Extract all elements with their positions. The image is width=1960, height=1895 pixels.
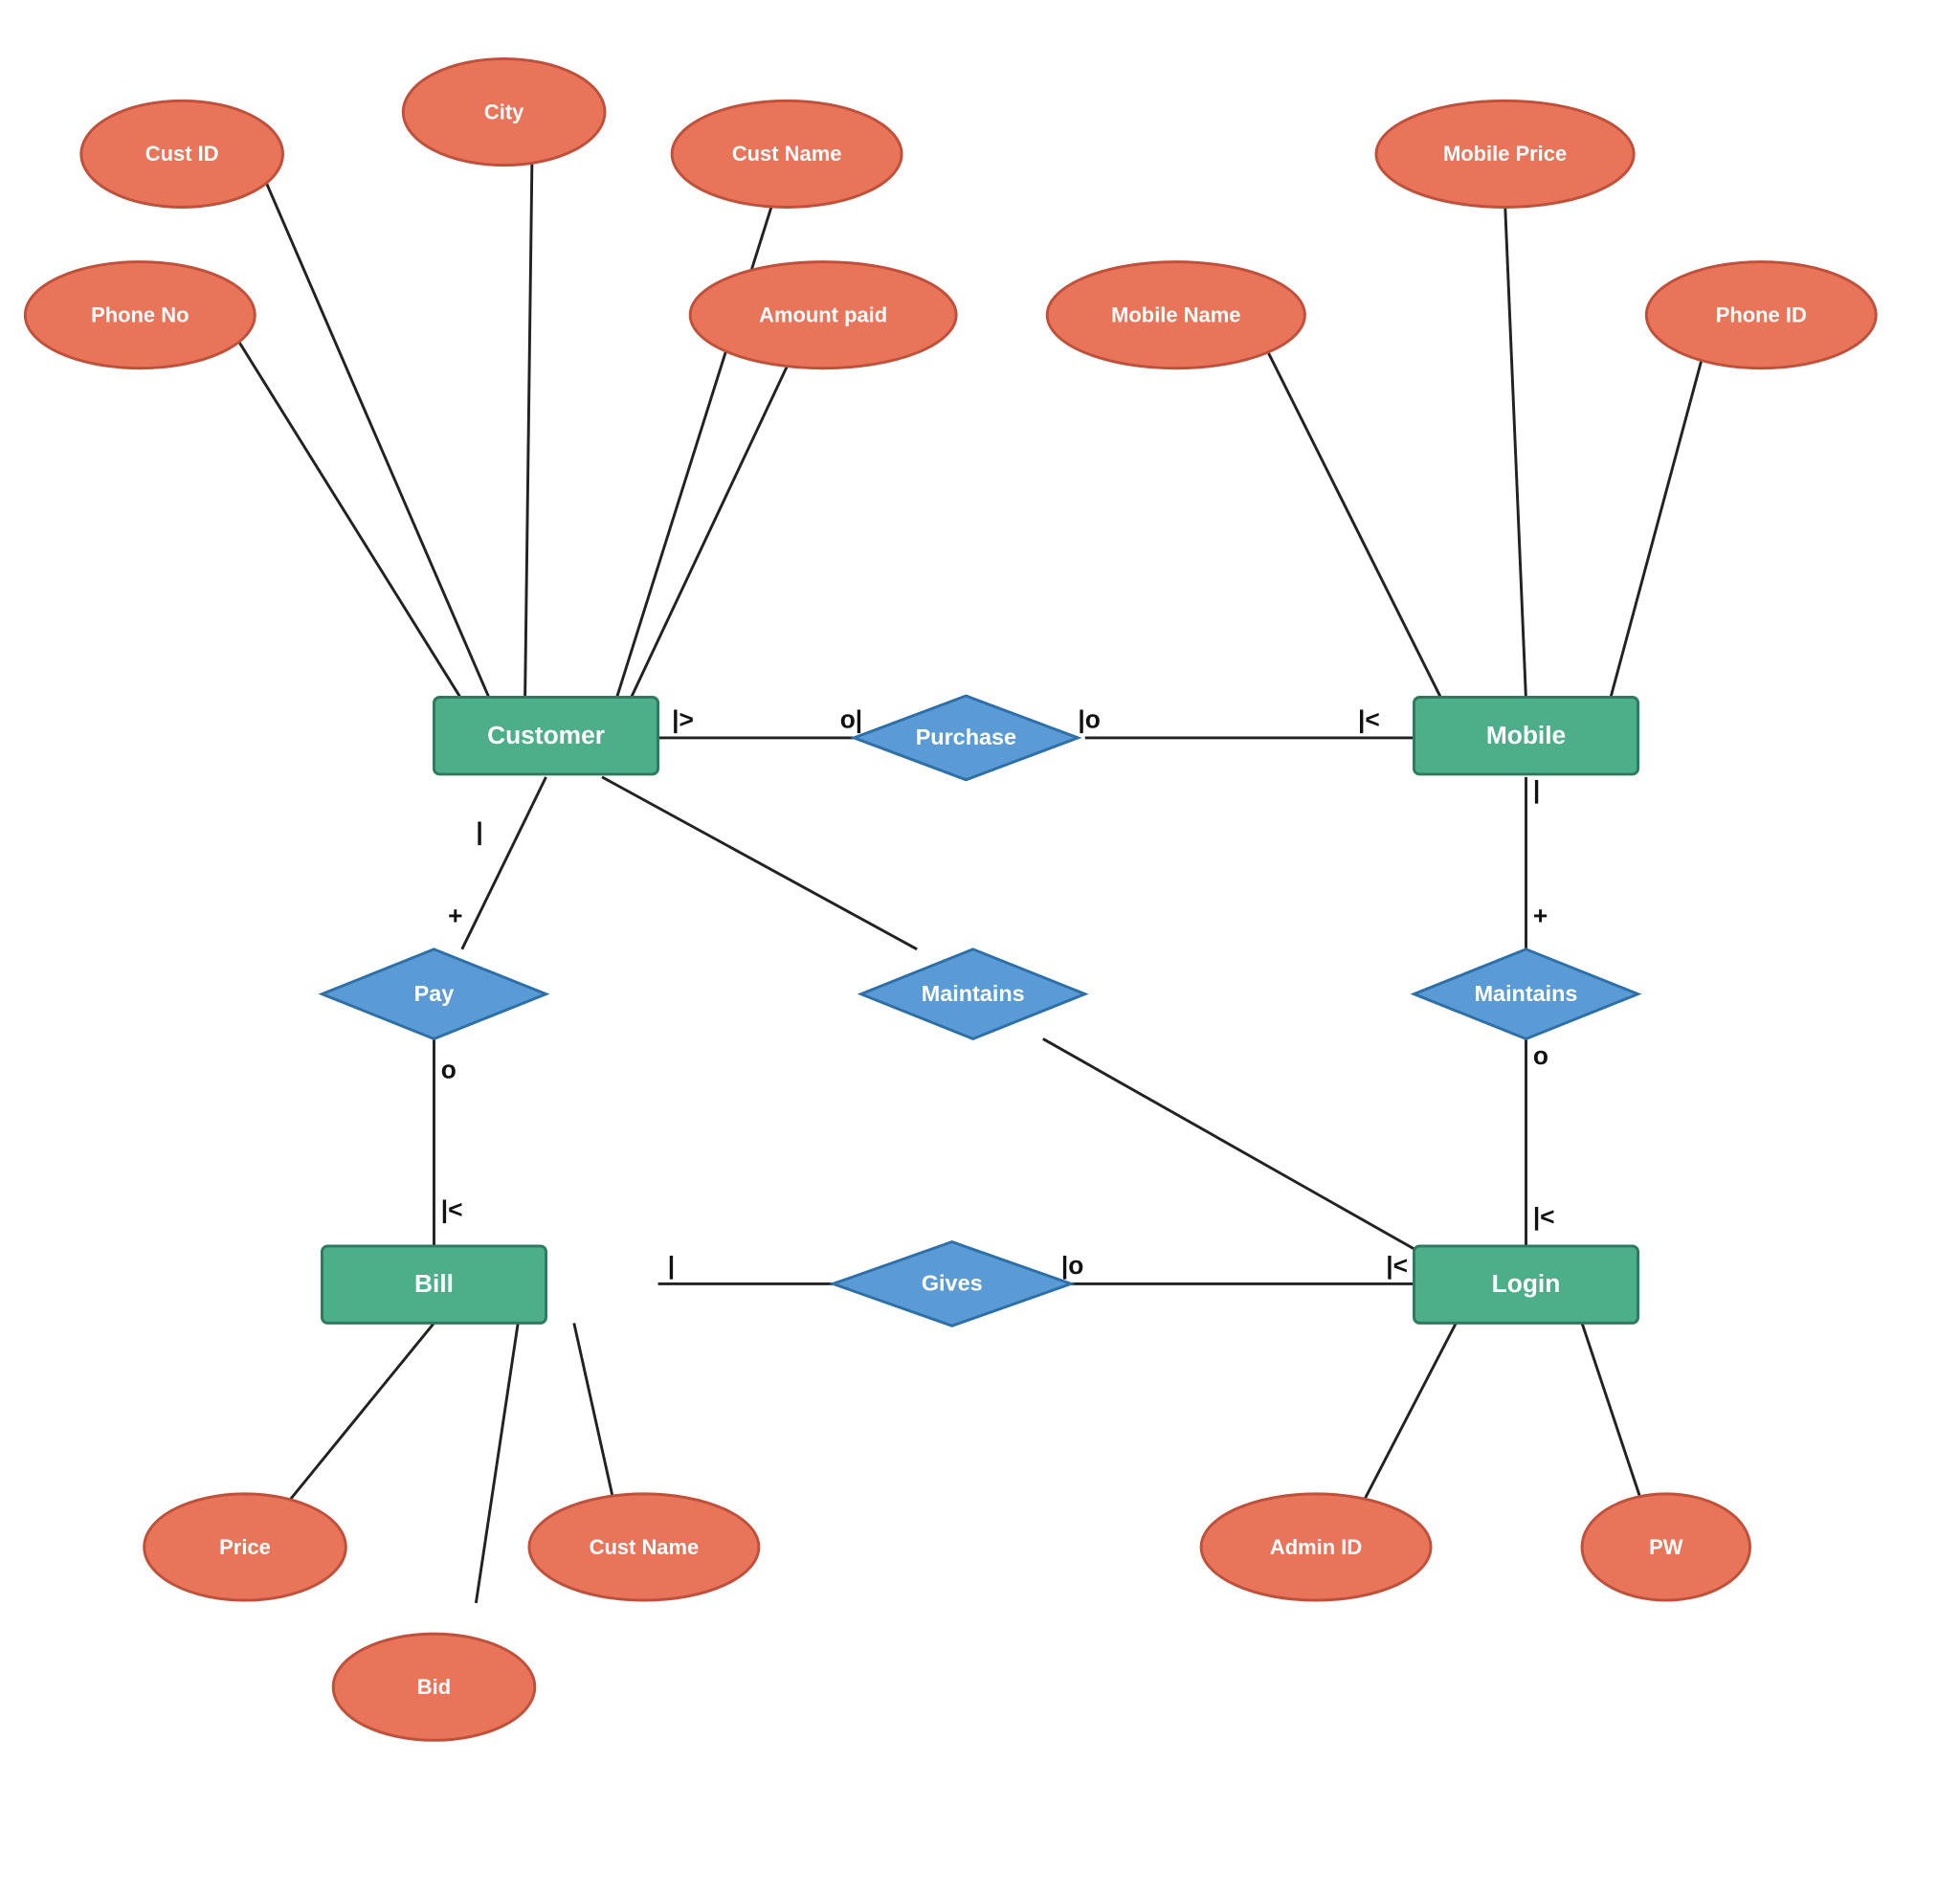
entity-mobile-label: Mobile bbox=[1486, 721, 1566, 749]
card-pay-top: + bbox=[448, 901, 462, 929]
rel-gives-label: Gives bbox=[922, 1271, 983, 1296]
attr-amount-paid-label: Amount paid bbox=[759, 302, 887, 326]
card-maintains-right-bot: o bbox=[1533, 1041, 1548, 1070]
card-customer-pay: | bbox=[476, 817, 482, 846]
line-custname-customer bbox=[616, 189, 777, 700]
rel-purchase-label: Purchase bbox=[916, 725, 1016, 749]
entity-bill-label: Bill bbox=[414, 1269, 454, 1298]
line-phoneno-customer bbox=[231, 329, 461, 701]
card-purchase-left: o| bbox=[840, 705, 862, 734]
attr-cust-name-bot-label: Cust Name bbox=[590, 1535, 700, 1559]
er-diagram: |> o| |o |< | + o |< | |o |< | + o |< Cu… bbox=[0, 0, 1960, 1890]
line-bill-custname bbox=[574, 1323, 616, 1511]
line-phoneid-mobile bbox=[1610, 336, 1707, 700]
line-login-adminid bbox=[1358, 1323, 1456, 1511]
attr-pw-label: PW bbox=[1649, 1535, 1683, 1559]
card-gives-login-left: |o bbox=[1061, 1251, 1083, 1280]
line-bill-price bbox=[280, 1323, 434, 1511]
line-mobileprice-mobile bbox=[1505, 203, 1526, 700]
card-pay-bottom: o bbox=[441, 1055, 457, 1083]
attr-phone-id-label: Phone ID bbox=[1716, 302, 1807, 326]
rel-pay-label: Pay bbox=[414, 981, 455, 1006]
attr-mobile-name-label: Mobile Name bbox=[1111, 302, 1240, 326]
card-purchase-right: |o bbox=[1078, 705, 1100, 734]
attr-admin-id-label: Admin ID bbox=[1270, 1535, 1362, 1559]
entity-customer-label: Customer bbox=[487, 721, 605, 749]
attr-city-label: City bbox=[484, 100, 524, 123]
entity-login-label: Login bbox=[1492, 1269, 1561, 1298]
card-bill-gives: | bbox=[668, 1251, 675, 1280]
card-bill-top: |< bbox=[441, 1195, 463, 1224]
rel-maintains-right-label: Maintains bbox=[1475, 981, 1578, 1006]
card-login-gives-right: |< bbox=[1386, 1251, 1408, 1280]
card-mobile-maintains: | bbox=[1533, 775, 1540, 804]
line-city-customer bbox=[525, 161, 532, 700]
attr-bid-label: Bid bbox=[417, 1675, 451, 1699]
rel-maintains-left-label: Maintains bbox=[922, 981, 1025, 1006]
line-amountpaid-customer bbox=[630, 343, 798, 700]
line-customer-maintains bbox=[602, 777, 917, 949]
card-mobile-purchase-right: |< bbox=[1358, 705, 1380, 734]
attr-price-label: Price bbox=[219, 1535, 271, 1559]
line-login-pw bbox=[1582, 1323, 1645, 1511]
card-customer-purchase-left: |> bbox=[672, 705, 694, 734]
attr-mobile-price-label: Mobile Price bbox=[1443, 142, 1567, 166]
line-bill-bid bbox=[476, 1323, 518, 1603]
card-login-maintains-right: |< bbox=[1533, 1202, 1555, 1231]
attr-phone-no-label: Phone No bbox=[91, 302, 189, 326]
attr-cust-id-label: Cust ID bbox=[145, 142, 219, 166]
line-mobilename-mobile bbox=[1260, 336, 1442, 700]
line-maintains-login bbox=[1043, 1038, 1414, 1248]
card-maintains-right-top: + bbox=[1533, 901, 1548, 929]
line-customer-pay-top bbox=[462, 777, 546, 949]
attr-cust-name-top-label: Cust Name bbox=[732, 142, 842, 166]
